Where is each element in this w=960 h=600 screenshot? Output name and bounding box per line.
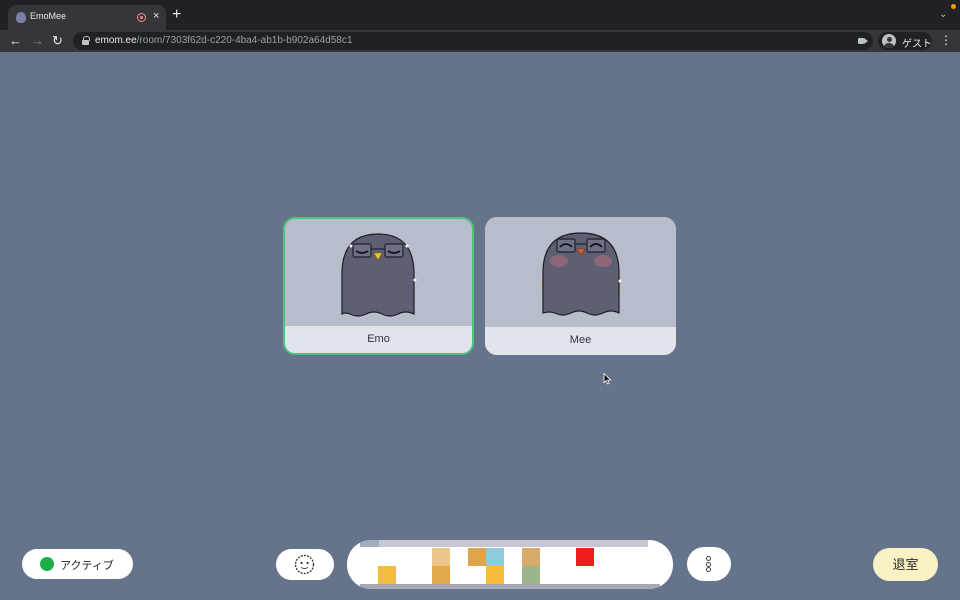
profile-icon <box>882 34 896 48</box>
penguin-avatar <box>341 233 417 317</box>
participant-name-bar: Mee <box>485 327 676 355</box>
tab-close-icon[interactable]: × <box>153 9 159 23</box>
participant-name: Mee <box>569 334 592 346</box>
kebab-menu-icon[interactable]: ⋮ <box>940 33 952 47</box>
mouse-cursor-icon <box>603 373 612 385</box>
url-path: /room/7303f62d-c220-4ba4-ab1b-b902a64d58… <box>136 35 353 46</box>
forward-arrow-icon[interactable]: → <box>31 32 44 50</box>
tab-list-icon[interactable]: ⌄ <box>939 9 947 20</box>
profile-label: ゲスト <box>902 39 932 50</box>
status-button[interactable]: アクティブ <box>22 549 133 579</box>
favicon-icon <box>16 12 26 23</box>
status-label: アクティブ <box>60 560 114 572</box>
address-bar[interactable]: emom.ee/room/7303f62d-c220-4ba4-ab1b-b90… <box>73 32 873 50</box>
recording-icon <box>137 13 146 22</box>
color-swatch[interactable] <box>486 548 504 566</box>
browser-tab[interactable]: EmoMee × <box>8 5 166 30</box>
status-dot <box>40 557 54 571</box>
color-swatch[interactable] <box>576 548 594 566</box>
reload-icon[interactable]: ↻ <box>52 32 63 50</box>
url-host: emom.ee <box>95 35 137 46</box>
url-text[interactable]: emom.ee/room/7303f62d-c220-4ba4-ab1b-b90… <box>95 35 352 46</box>
leave-room-button[interactable]: 退室 <box>873 548 938 581</box>
lock-icon[interactable] <box>82 36 90 45</box>
palette-header-strip <box>360 540 648 547</box>
participant-name-bar: Emo <box>285 326 472 353</box>
browser-tab-bar: EmoMee × + ⌄ <box>0 0 960 30</box>
profile-button[interactable]: ゲスト <box>878 32 932 50</box>
penguin-avatar <box>541 232 622 316</box>
tab-title: EmoMee <box>30 11 67 21</box>
color-swatch[interactable] <box>378 566 396 584</box>
color-swatch[interactable] <box>486 566 504 584</box>
color-swatch[interactable] <box>432 566 450 584</box>
color-swatch[interactable] <box>522 548 540 566</box>
color-swatch[interactable] <box>522 566 540 584</box>
emoji-button[interactable] <box>276 549 334 580</box>
participant-card[interactable]: Mee <box>485 217 676 355</box>
camera-icon[interactable] <box>858 37 868 45</box>
browser-toolbar: ← → ↻ emom.ee/room/7303f62d-c220-4ba4-ab… <box>0 30 960 52</box>
face-icon <box>294 554 315 575</box>
color-palette[interactable] <box>347 540 673 589</box>
back-arrow-icon[interactable]: ← <box>9 32 22 50</box>
color-swatch[interactable] <box>432 548 450 566</box>
more-options-button[interactable] <box>687 547 731 581</box>
color-swatch[interactable] <box>468 548 486 566</box>
more-vertical-icon <box>706 556 712 572</box>
participant-name: Emo <box>367 333 390 345</box>
palette-header-accent <box>360 540 379 547</box>
leave-room-label: 退室 <box>892 557 919 572</box>
palette-footer-strip <box>360 584 660 589</box>
new-tab-icon[interactable]: + <box>172 6 181 24</box>
participant-card[interactable]: Emo <box>283 217 474 355</box>
notification-dot <box>951 4 956 9</box>
